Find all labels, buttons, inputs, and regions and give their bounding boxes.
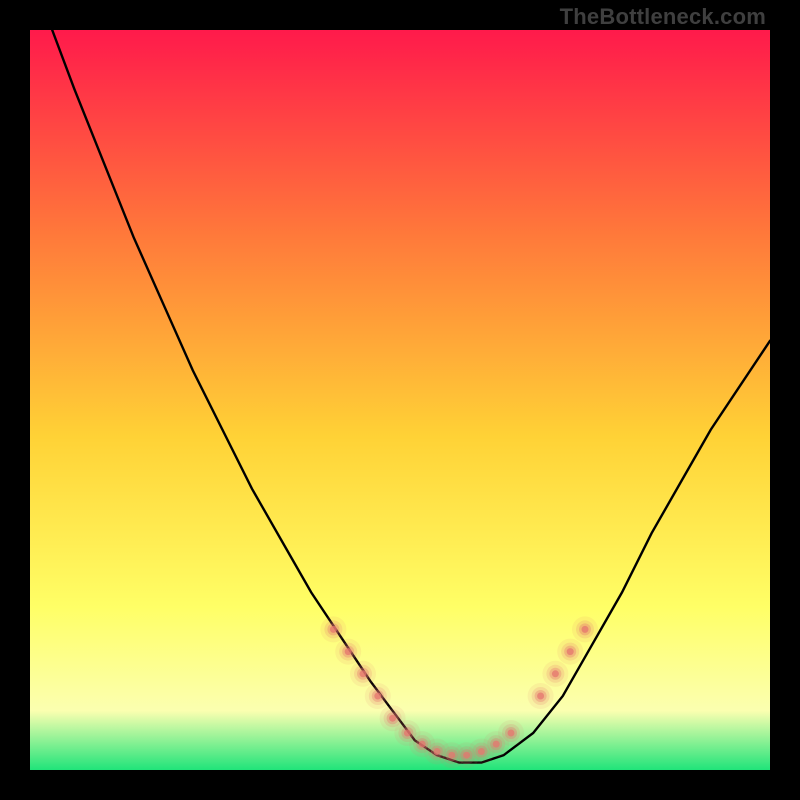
curve-marker [360,670,367,677]
gradient-background [30,30,770,770]
curve-marker [419,741,426,748]
curve-marker [567,648,574,655]
curve-marker [508,730,515,737]
curve-marker [345,648,352,655]
watermark-text: TheBottleneck.com [560,4,766,30]
curve-marker [330,626,337,633]
chart-frame [30,30,770,770]
curve-marker [537,693,544,700]
curve-marker [374,693,381,700]
curve-marker [493,741,500,748]
curve-marker [478,748,485,755]
curve-marker [582,626,589,633]
curve-marker [552,670,559,677]
curve-marker [389,715,396,722]
curve-marker [404,730,411,737]
bottleneck-chart [30,30,770,770]
